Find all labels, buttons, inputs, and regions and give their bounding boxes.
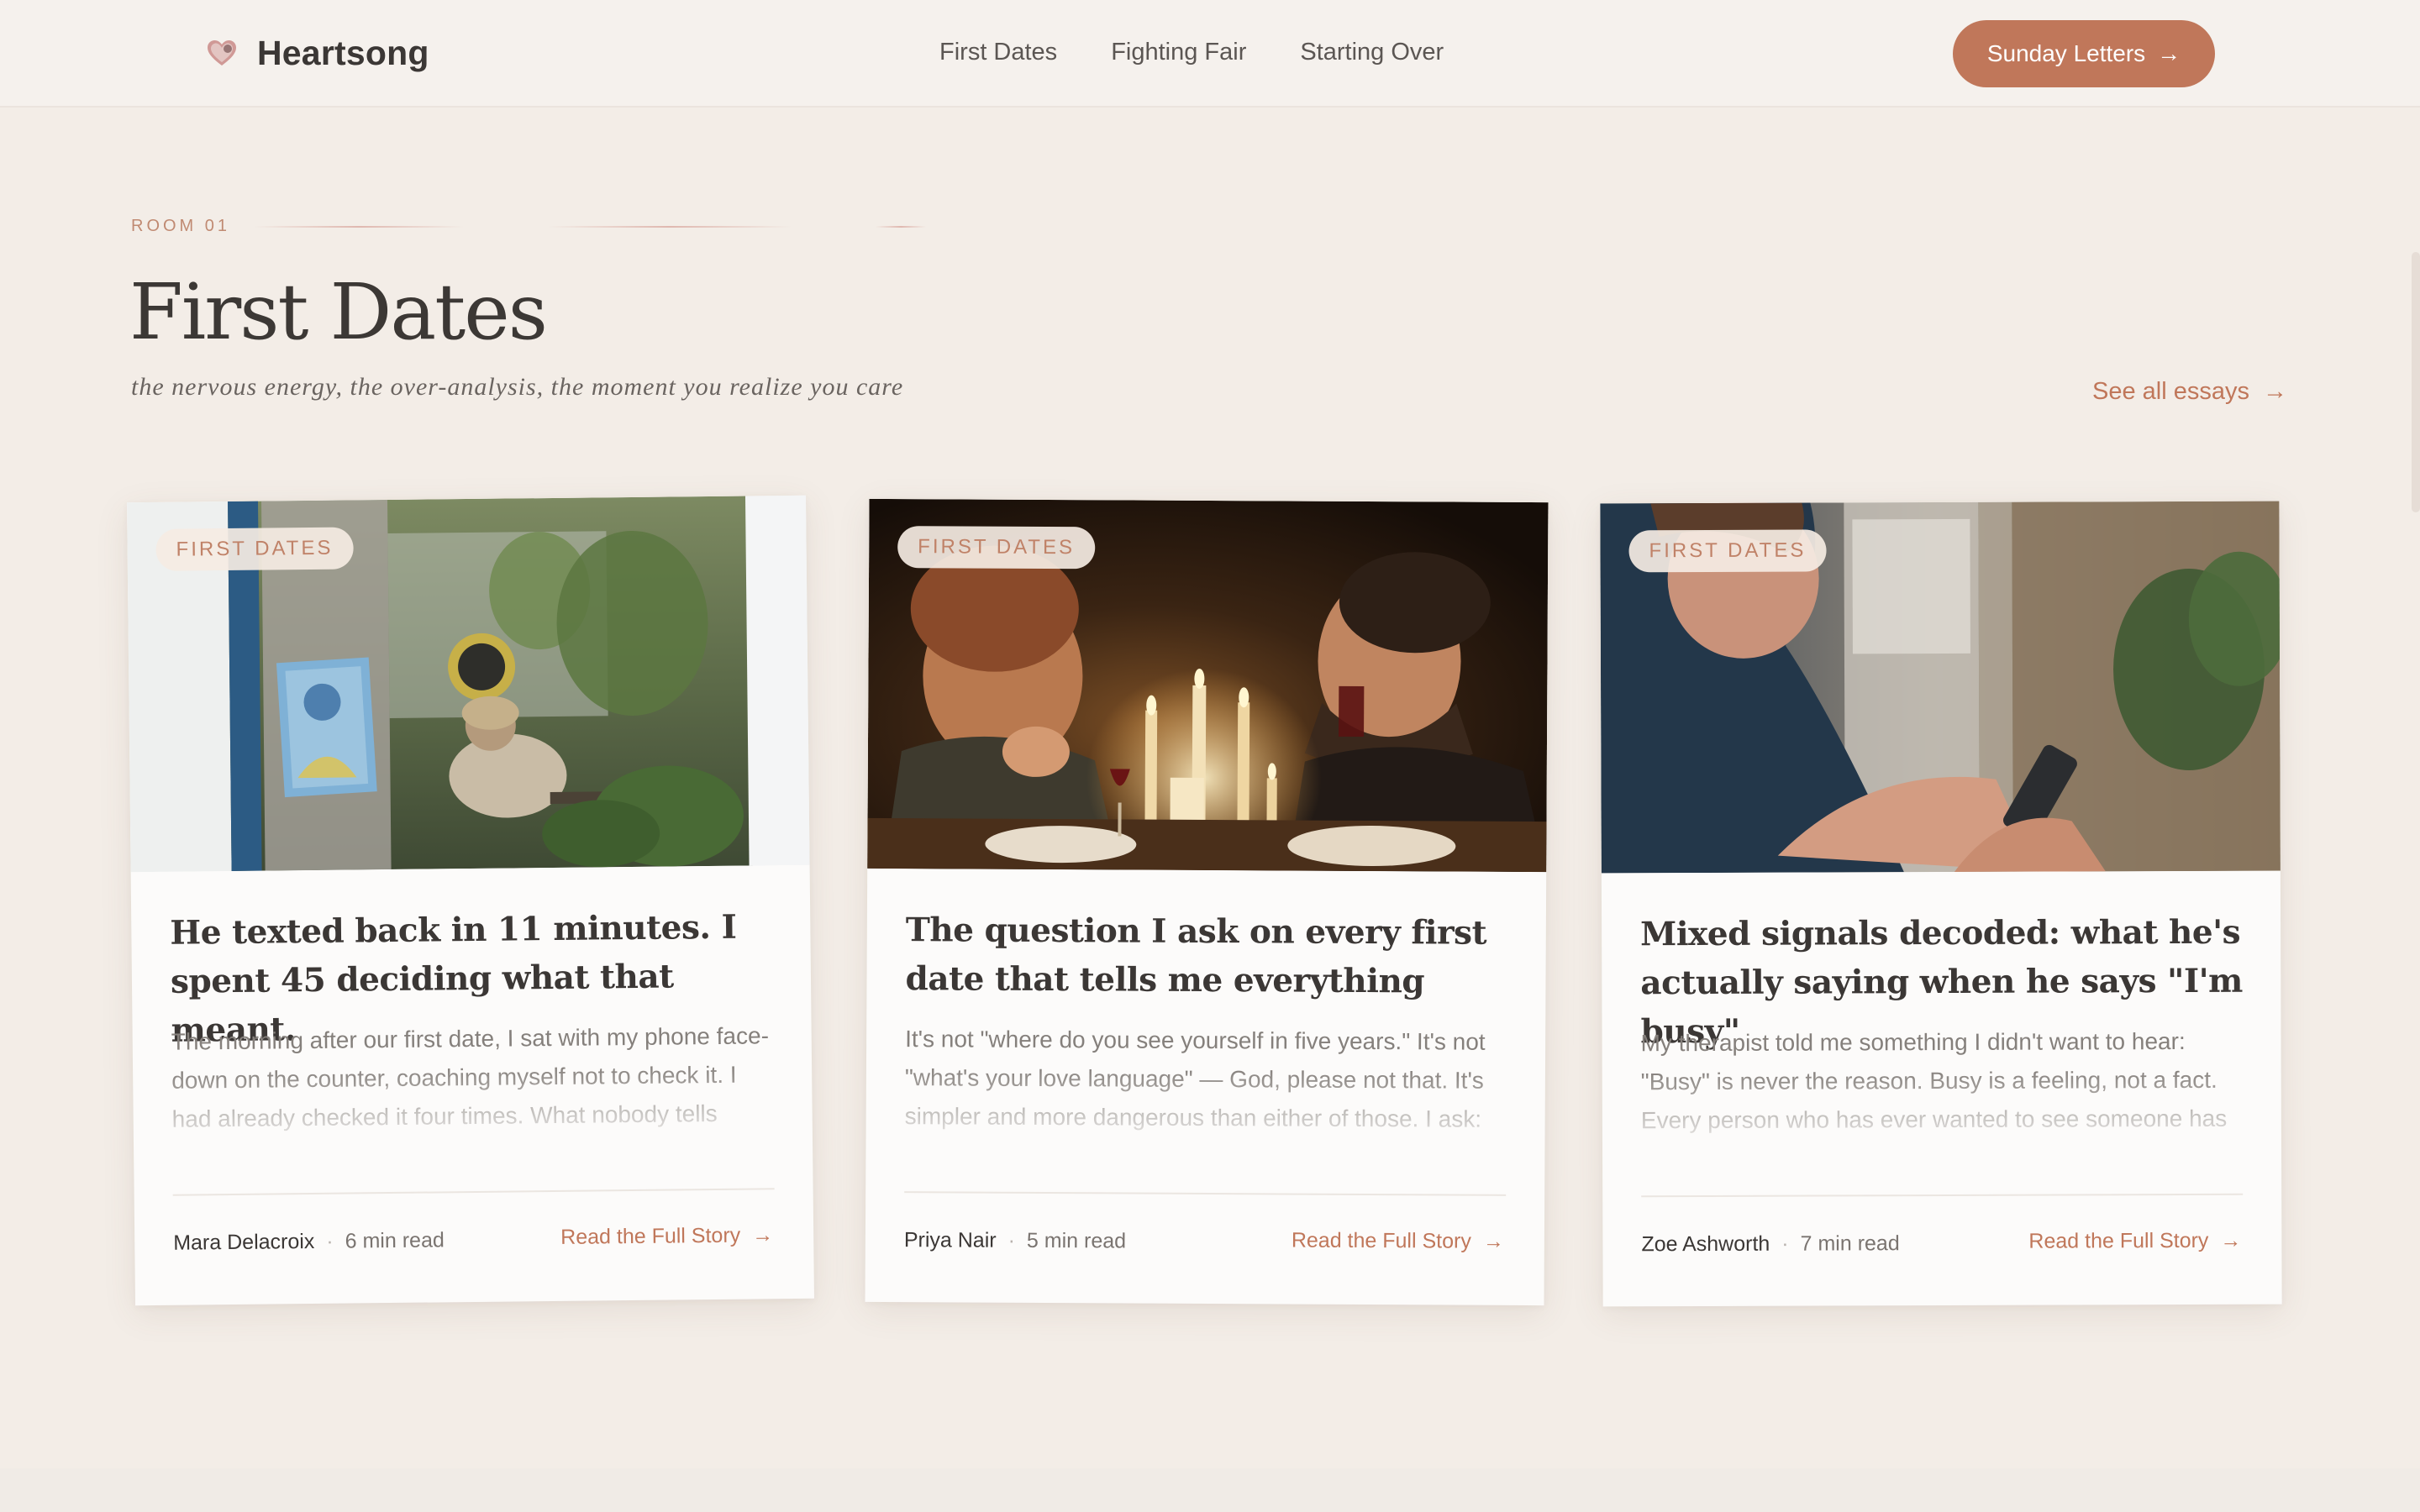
card-author: Zoe Ashworth — [1641, 1231, 1770, 1257]
arrow-right-icon: → — [2263, 378, 2287, 405]
nav-starting-over[interactable]: Starting Over — [1300, 39, 1444, 66]
essay-card[interactable]: FIRST DATES The question I ask on every … — [865, 498, 1549, 1306]
essay-card[interactable]: FIRST DATES Mixed signals decoded: what … — [1600, 501, 2282, 1307]
nav-fighting-fair[interactable]: Fighting Fair — [1111, 39, 1246, 66]
read-full-story-link[interactable]: Read the Full Story → — [2028, 1229, 2241, 1254]
see-all-essays-link[interactable]: See all essays → — [2092, 378, 2287, 406]
brand-name: Heartsong — [257, 34, 429, 72]
category-tag: FIRST DATES — [155, 527, 354, 571]
meta-separator: · — [326, 1229, 334, 1253]
card-read-time: 7 min read — [1800, 1231, 1900, 1256]
read-full-story-link[interactable]: Read the Full Story → — [560, 1223, 773, 1250]
room-eyebrow: ROOM 01 — [131, 217, 927, 236]
card-author: Priya Nair — [903, 1228, 997, 1252]
card-divider — [1641, 1193, 2244, 1198]
read-full-story-label: Read the Full Story — [2028, 1228, 2209, 1253]
essay-card[interactable]: FIRST DATES He texted back in 11 minutes… — [127, 495, 814, 1306]
card-excerpt-wrap: My therapist told me something I didn't … — [1640, 1022, 2245, 1141]
card-excerpt: It's not "where do you see yourself in f… — [904, 1026, 1486, 1132]
card-read-time: 6 min read — [345, 1228, 445, 1253]
card-meta: Priya Nair · 5 min read — [904, 1228, 1126, 1253]
category-tag: FIRST DATES — [897, 526, 1096, 570]
heart-icon — [208, 39, 236, 66]
read-full-story-label: Read the Full Story — [560, 1223, 741, 1249]
sunday-letters-label: Sunday Letters — [1986, 40, 2146, 66]
nav-first-dates[interactable]: First Dates — [939, 39, 1057, 66]
card-excerpt: The morning after our first date, I sat … — [171, 1022, 770, 1132]
card-divider — [172, 1188, 775, 1196]
card-image-cafe-window: FIRST DATES — [127, 495, 810, 873]
card-excerpt-wrap: The morning after our first date, I sat … — [171, 1016, 777, 1139]
site-header: Heartsong First Dates Fighting Fair Star… — [0, 0, 2420, 108]
section-subtitle: the nervous energy, the over-analysis, t… — [131, 373, 904, 401]
meta-separator: · — [1781, 1231, 1789, 1256]
sunday-letters-button[interactable]: Sunday Letters → — [1953, 20, 2215, 87]
card-meta: Mara Delacroix · 6 min read — [173, 1228, 445, 1255]
meta-separator: · — [1007, 1228, 1016, 1252]
see-all-label: See all essays — [2092, 378, 2249, 405]
card-excerpt: My therapist told me something I didn't … — [1640, 1027, 2228, 1134]
arrow-right-icon: → — [2220, 1228, 2242, 1252]
card-image-candlelit-dinner: FIRST DATES — [867, 498, 1549, 873]
category-tag: FIRST DATES — [1628, 529, 1827, 573]
page-scrollbar[interactable] — [2412, 252, 2420, 512]
card-image-man-with-phone: FIRST DATES — [1600, 501, 2281, 874]
main-nav: First Dates Fighting Fair Starting Over — [939, 39, 1444, 66]
arrow-right-icon: → — [2157, 40, 2181, 66]
card-excerpt-wrap: It's not "where do you see yourself in f… — [905, 1020, 1511, 1139]
room-label: ROOM 01 — [131, 217, 231, 235]
read-full-story-link[interactable]: Read the Full Story → — [1292, 1229, 1504, 1254]
brand-logo[interactable]: Heartsong — [205, 34, 429, 73]
arrow-right-icon: → — [1482, 1229, 1504, 1253]
next-section-edge — [0, 1468, 2420, 1512]
card-title[interactable]: The question I ask on every first date t… — [905, 906, 1519, 1006]
arrow-right-icon: → — [752, 1223, 774, 1247]
card-author: Mara Delacroix — [173, 1229, 315, 1255]
card-read-time: 5 min read — [1026, 1228, 1127, 1253]
section-title: First Dates — [129, 267, 548, 357]
card-meta: Zoe Ashworth · 7 min read — [1641, 1231, 1899, 1257]
decorative-divider — [254, 225, 927, 228]
card-divider — [904, 1191, 1507, 1196]
read-full-story-label: Read the Full Story — [1291, 1228, 1471, 1253]
